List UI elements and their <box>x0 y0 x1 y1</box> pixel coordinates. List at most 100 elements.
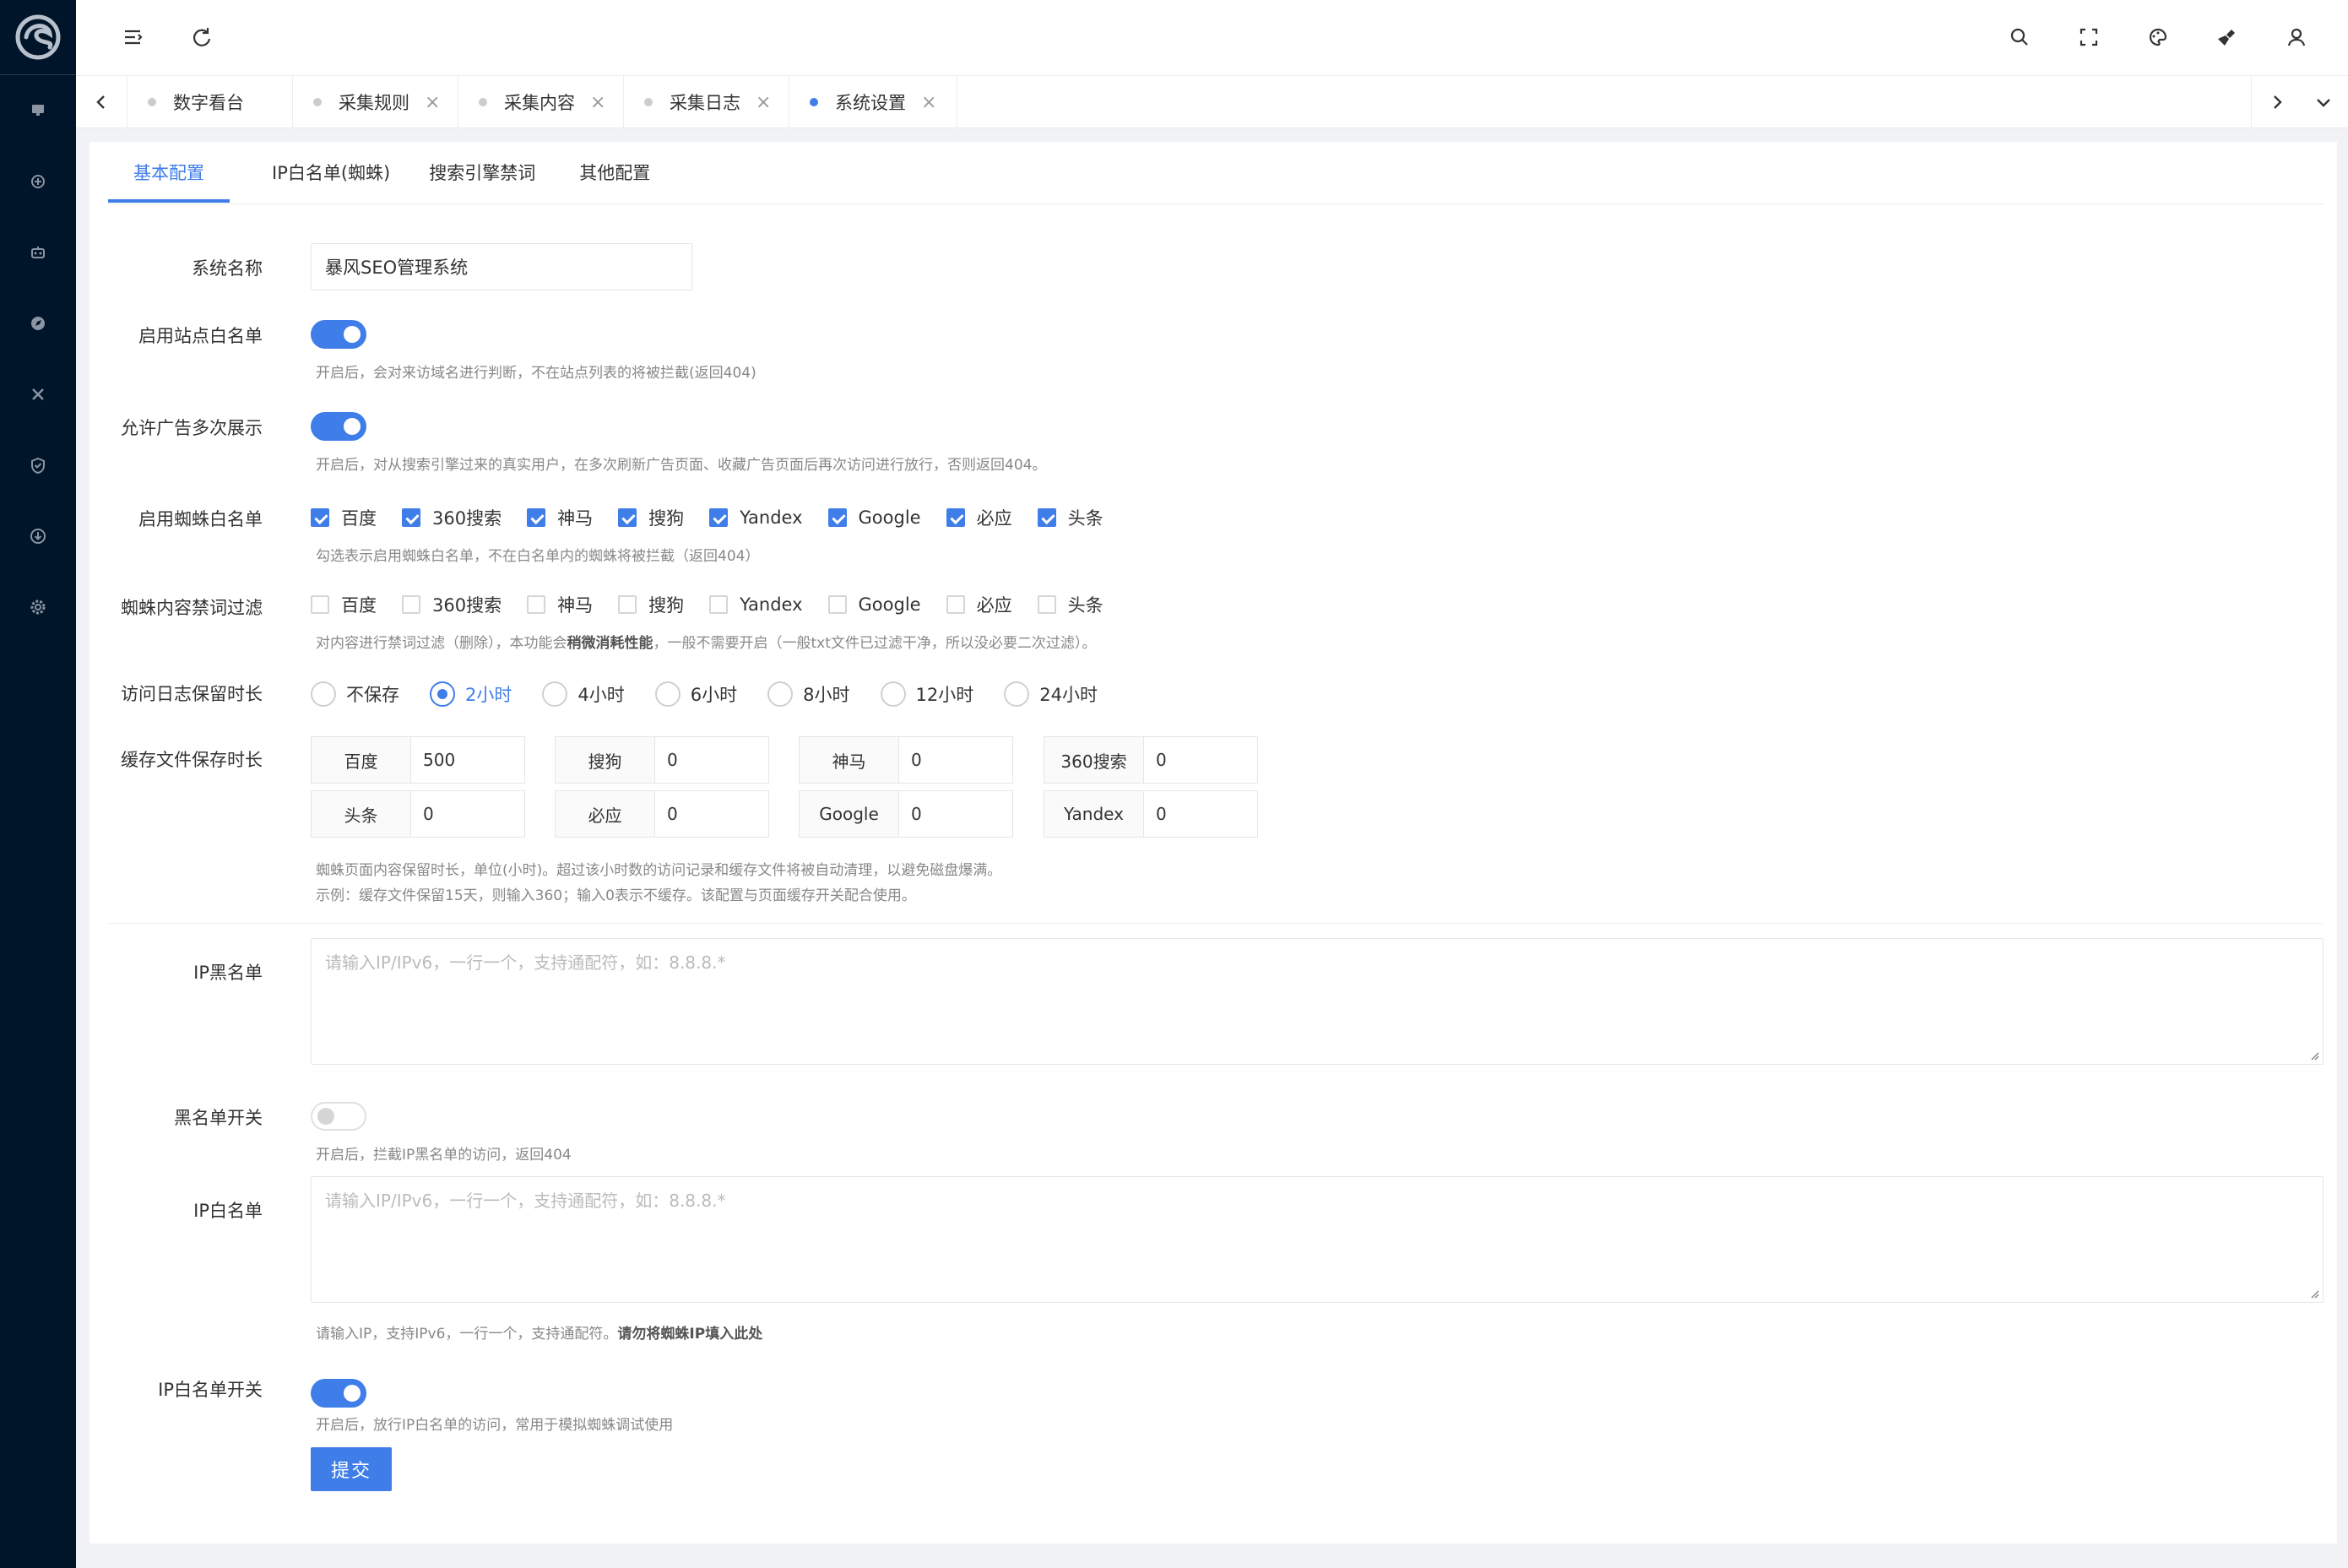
checkbox[interactable] <box>311 508 329 527</box>
spider-whitelist-360[interactable]: 360搜索 <box>402 505 502 530</box>
checkbox[interactable] <box>946 508 965 527</box>
checkbox[interactable] <box>402 595 420 614</box>
log-keep-8h-radio[interactable]: 8小时 <box>767 681 850 707</box>
search-icon[interactable] <box>2005 23 2034 52</box>
switch-knob <box>317 1108 334 1125</box>
checkbox[interactable] <box>1037 595 1056 614</box>
spider-whitelist-toutiao[interactable]: 头条 <box>1037 505 1104 530</box>
rules-icon[interactable] <box>24 168 52 195</box>
ip-blacklist-textarea[interactable]: 请输入IP/IPv6，一行一个，支持通配符，如：8.8.8.* <box>311 938 2324 1065</box>
resize-grip-icon[interactable] <box>2307 1049 2319 1061</box>
tabs-scroll-left-button[interactable] <box>76 76 127 128</box>
submit-button[interactable]: 提交 <box>311 1447 392 1491</box>
settings-icon[interactable] <box>24 594 52 621</box>
checkbox[interactable] <box>527 508 546 527</box>
checkbox[interactable] <box>827 595 847 614</box>
radio[interactable] <box>542 681 568 707</box>
spider-whitelist-yandex[interactable]: Yandex <box>709 507 803 528</box>
checkbox[interactable] <box>709 595 729 614</box>
spider-filter-sogou[interactable]: 搜狗 <box>618 592 684 617</box>
checkbox[interactable] <box>311 595 329 614</box>
spider-whitelist-shenma[interactable]: 神马 <box>527 505 593 530</box>
palette-icon[interactable] <box>2144 23 2172 52</box>
tabs-more-button[interactable] <box>2298 76 2348 128</box>
view-tab-dashboard[interactable]: 数字看台 <box>127 76 292 128</box>
cache-input[interactable]: 0 <box>411 791 524 837</box>
tab-search-engine-banned-words[interactable]: 搜索引擎禁词 <box>429 142 535 203</box>
checkbox[interactable] <box>709 508 729 527</box>
spider-filter-baidu[interactable]: 百度 <box>311 592 377 617</box>
dashboard-icon[interactable] <box>24 96 52 123</box>
fullscreen-icon[interactable] <box>2074 23 2103 52</box>
spider-filter-yandex[interactable]: Yandex <box>709 594 803 615</box>
radio[interactable] <box>311 681 336 707</box>
checkbox[interactable] <box>618 508 637 527</box>
tools-icon[interactable] <box>24 381 52 408</box>
log-keep-12h-radio[interactable]: 12小时 <box>880 681 973 707</box>
spider-filter-google[interactable]: Google <box>827 594 921 615</box>
radio[interactable] <box>654 681 681 707</box>
tabs-divider <box>108 203 2324 204</box>
checkbox[interactable] <box>946 595 965 614</box>
close-icon[interactable]: × <box>425 92 440 113</box>
resize-grip-icon[interactable] <box>2307 1287 2319 1299</box>
spider-whitelist-google[interactable]: Google <box>827 507 921 528</box>
chevron-left-icon <box>96 95 105 109</box>
close-icon[interactable]: × <box>756 92 771 113</box>
cache-input[interactable]: 0 <box>899 737 1012 783</box>
cache-input[interactable]: 0 <box>899 791 1012 837</box>
view-tab-rules[interactable]: 采集规则 × <box>292 76 458 128</box>
view-tab-content[interactable]: 采集内容 × <box>458 76 623 128</box>
download-icon[interactable] <box>24 523 52 550</box>
view-tab-logs[interactable]: 采集日志 × <box>623 76 789 128</box>
cache-input[interactable]: 500 <box>411 737 524 783</box>
close-icon[interactable]: × <box>921 92 936 113</box>
ad-multi-switch[interactable] <box>311 412 366 441</box>
site-whitelist-switch[interactable] <box>311 320 366 349</box>
view-tab-label: 采集规则 <box>339 93 409 113</box>
compass-icon[interactable] <box>24 310 52 337</box>
clean-icon[interactable] <box>2213 23 2242 52</box>
checkbox[interactable] <box>1037 508 1056 527</box>
logo-icon[interactable] <box>14 12 62 62</box>
robot-icon[interactable] <box>24 239 52 266</box>
spider-filter-toutiao[interactable]: 头条 <box>1037 592 1104 617</box>
shield-icon[interactable] <box>24 452 52 479</box>
cache-input[interactable]: 0 <box>1144 737 1257 783</box>
user-icon[interactable] <box>2282 23 2311 52</box>
blacklist-switch[interactable] <box>311 1102 366 1131</box>
cache-input[interactable]: 0 <box>655 737 768 783</box>
tabs-scroll-right-button[interactable] <box>2251 76 2302 128</box>
spider-whitelist-sogou[interactable]: 搜狗 <box>618 505 684 530</box>
ip-whitelist-switch[interactable] <box>311 1379 366 1408</box>
spider-filter-360[interactable]: 360搜索 <box>402 592 502 617</box>
cache-input[interactable]: 0 <box>1144 791 1257 837</box>
spider-whitelist-bing[interactable]: 必应 <box>946 505 1012 530</box>
refresh-icon[interactable] <box>187 23 216 52</box>
log-keep-4h-radio[interactable]: 4小时 <box>542 681 625 707</box>
close-icon[interactable]: × <box>590 92 605 113</box>
radio[interactable] <box>767 681 794 707</box>
tab-other-config[interactable]: 其他配置 <box>579 142 650 203</box>
checkbox[interactable] <box>402 508 420 527</box>
cache-input[interactable]: 0 <box>655 791 768 837</box>
tab-basic-config[interactable]: 基本配置 <box>108 142 230 203</box>
checkbox[interactable] <box>527 595 546 614</box>
system-name-input[interactable]: 暴风SEO管理系统 <box>311 243 692 290</box>
spider-filter-bing[interactable]: 必应 <box>946 592 1012 617</box>
checkbox[interactable] <box>827 508 847 527</box>
log-keep-2h-radio[interactable]: 2小时 <box>430 681 512 707</box>
log-keep-24h-radio[interactable]: 24小时 <box>1004 681 1098 707</box>
view-tab-settings[interactable]: 系统设置 × <box>789 76 957 128</box>
radio[interactable] <box>880 681 906 707</box>
radio[interactable] <box>430 681 455 707</box>
log-keep-6h-radio[interactable]: 6小时 <box>654 681 737 707</box>
checkbox[interactable] <box>618 595 637 614</box>
spider-filter-shenma[interactable]: 神马 <box>527 592 593 617</box>
radio[interactable] <box>1004 681 1030 707</box>
ip-whitelist-textarea[interactable]: 请输入IP/IPv6，一行一个，支持通配符，如：8.8.8.* <box>311 1176 2324 1303</box>
spider-whitelist-baidu[interactable]: 百度 <box>311 505 377 530</box>
menu-fold-icon[interactable] <box>118 23 147 52</box>
log-keep-none-radio[interactable]: 不保存 <box>311 681 399 707</box>
tab-ip-whitelist-spider[interactable]: IP白名单(蜘蛛) <box>272 142 390 203</box>
